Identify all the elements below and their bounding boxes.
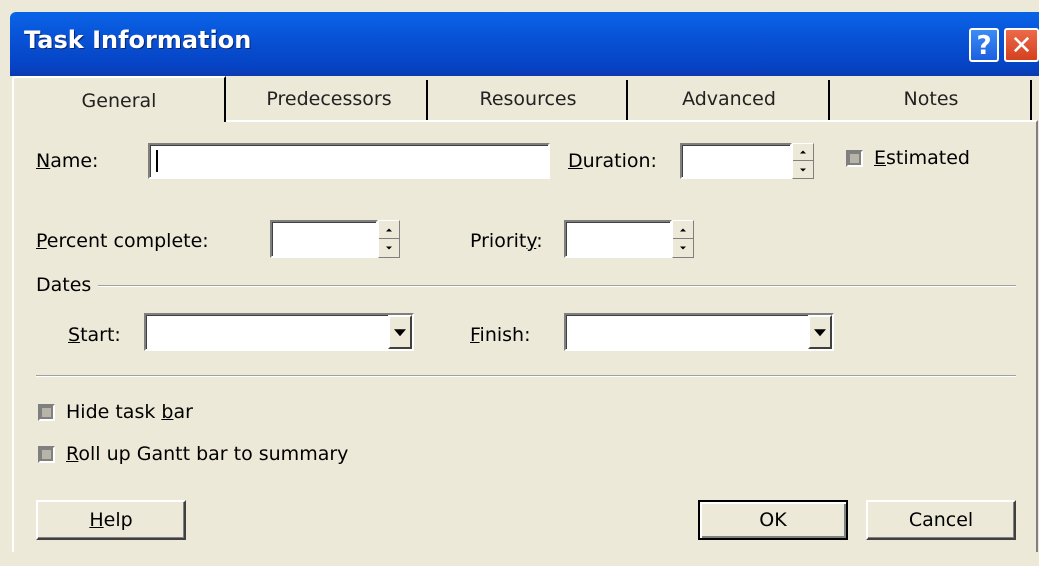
chevron-down-icon[interactable] [388,315,412,349]
spin-up-icon[interactable] [673,221,693,239]
ok-button[interactable]: OK [698,500,848,540]
tab-divider [1030,80,1032,120]
percent-complete-label: Percent complete: [36,230,209,252]
spin-up-icon[interactable] [793,144,813,161]
dates-divider [98,285,1016,287]
tab-notes[interactable]: Notes [832,76,1030,118]
tab-label: General [81,90,157,112]
duration-label: Duration: [568,150,657,172]
duration-spinner[interactable] [792,143,814,179]
close-icon[interactable]: ✕ [1004,28,1039,62]
start-date-combobox[interactable] [144,313,414,351]
start-label: Start: [68,324,121,346]
cancel-button[interactable]: Cancel [866,500,1016,540]
chevron-down-icon[interactable] [808,315,832,349]
roll-up-gantt-checkbox[interactable] [38,446,55,463]
tab-label: Notes [903,88,959,110]
text-cursor [156,150,158,172]
roll-up-gantt-label: Roll up Gantt bar to summary [66,443,349,465]
tab-label: Predecessors [266,88,392,110]
tab-divider [426,80,428,120]
title-bar[interactable]: Task Information ? ✕ [10,12,1039,76]
finish-date-combobox[interactable] [564,313,834,351]
name-input[interactable] [148,143,550,179]
spin-down-icon[interactable] [673,239,693,257]
tab-label: Resources [479,88,577,110]
tab-divider [626,80,628,120]
estimated-checkbox[interactable] [846,150,863,167]
priority-spinner[interactable] [672,220,694,258]
priority-label: Priority: [470,230,543,252]
task-information-dialog: Task Information ? ✕ General Predecessor… [0,0,1039,566]
percent-complete-spinner[interactable] [378,220,400,258]
spin-down-icon[interactable] [379,239,399,257]
priority-input[interactable] [564,220,672,258]
finish-label: Finish: [470,324,531,346]
tab-predecessors[interactable]: Predecessors [232,76,426,118]
hide-task-bar-label: Hide task bar [66,401,193,423]
percent-complete-input[interactable] [270,220,378,258]
spin-down-icon[interactable] [793,161,813,178]
spin-up-icon[interactable] [379,221,399,239]
tab-label: Advanced [682,88,776,110]
dates-group-label: Dates [36,274,92,296]
name-label: Name: [36,150,99,172]
help-icon[interactable]: ? [969,28,999,62]
tab-advanced[interactable]: Advanced [630,76,828,118]
window-title: Task Information [24,26,252,54]
help-button[interactable]: Help [36,500,186,540]
tab-general[interactable]: General [12,76,226,122]
estimated-label: Estimated [874,147,970,169]
tab-resources[interactable]: Resources [430,76,626,118]
tab-divider [828,80,830,120]
hide-task-bar-checkbox[interactable] [38,404,55,421]
duration-input[interactable] [680,143,792,179]
section-divider [36,375,1016,377]
